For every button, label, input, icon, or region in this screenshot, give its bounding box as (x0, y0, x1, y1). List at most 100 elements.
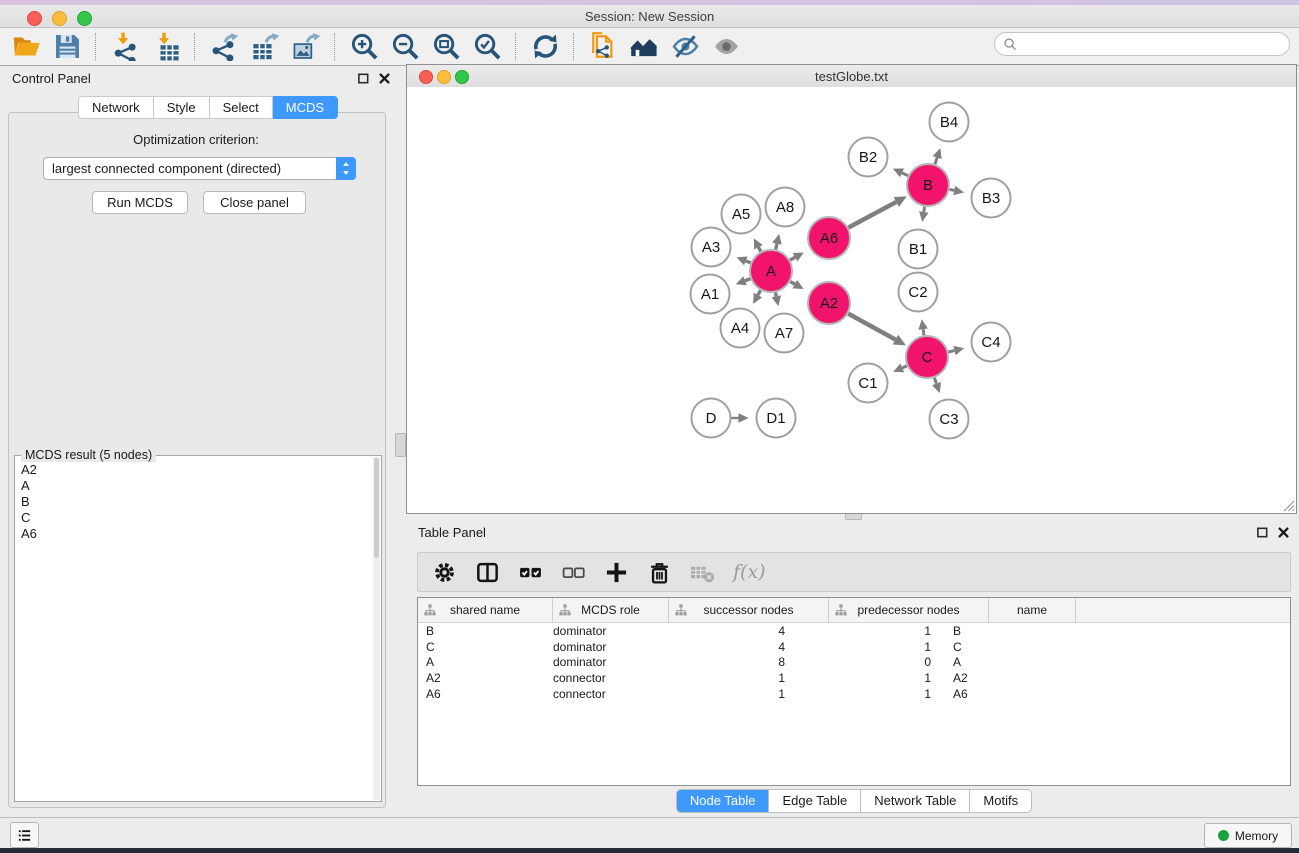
zoom-out-button[interactable] (388, 31, 422, 63)
columns-button[interactable] (473, 558, 501, 586)
task-history-button[interactable] (10, 822, 39, 848)
tab-edge-table[interactable]: Edge Table (769, 789, 861, 813)
tab-select[interactable]: Select (210, 96, 273, 119)
graph-edge-A-A5[interactable] (754, 238, 763, 251)
tab-node-table[interactable]: Node Table (676, 789, 770, 813)
graph-edge-D-D1[interactable] (732, 413, 749, 423)
graph-node-A[interactable]: A (750, 250, 792, 292)
graph-edge-B-B4[interactable] (933, 148, 942, 164)
zoom-fit-button[interactable] (429, 31, 463, 63)
vertical-splitter-handle[interactable] (395, 433, 406, 457)
graph-node-B2[interactable]: B2 (849, 138, 888, 177)
table-row[interactable]: A6connector11A6 (418, 686, 1290, 702)
graph-edge-C-C2[interactable] (918, 319, 928, 335)
network-canvas[interactable]: B4B2BB3A8A5A6A3B1AC2A1A2A4A7C4CC1C3DD1 (407, 87, 1296, 513)
graph-node-D[interactable]: D (692, 399, 731, 438)
graph-node-A8[interactable]: A8 (766, 188, 805, 227)
show-panel-button[interactable] (709, 31, 743, 63)
graph-node-C1[interactable]: C1 (849, 364, 888, 403)
save-session-button[interactable] (50, 31, 84, 63)
function-builder-button[interactable]: f(x) (733, 561, 766, 583)
graph-node-B[interactable]: B (907, 164, 949, 206)
memory-button[interactable]: Memory (1204, 823, 1292, 848)
network-window-titlebar[interactable]: testGlobe.txt (407, 65, 1296, 88)
graph-edge-A-A8[interactable] (772, 234, 781, 250)
float-table-panel-icon[interactable] (1256, 526, 1269, 539)
node-table[interactable]: shared nameMCDS rolesuccessor nodesprede… (417, 597, 1291, 786)
search-input[interactable] (1018, 34, 1289, 54)
tab-mcds[interactable]: MCDS (273, 96, 338, 119)
graph-edge-A6-B[interactable] (848, 196, 906, 227)
graph-edge-B-B2[interactable] (893, 169, 908, 178)
network-graph[interactable]: B4B2BB3A8A5A6A3B1AC2A1A2A4A7C4CC1C3DD1 (407, 87, 1296, 514)
graph-node-C[interactable]: C (906, 336, 948, 378)
close-panel-icon[interactable] (378, 72, 391, 85)
graph-node-B1[interactable]: B1 (899, 230, 938, 269)
graph-edge-A-A3[interactable] (737, 256, 751, 265)
tab-motifs[interactable]: Motifs (970, 789, 1032, 813)
graph-edge-A-A2[interactable] (790, 280, 803, 289)
graph-node-B4[interactable]: B4 (930, 103, 969, 142)
graph-node-C4[interactable]: C4 (972, 323, 1011, 362)
app-titlebar[interactable]: Session: New Session (0, 5, 1299, 28)
table-row[interactable]: Bdominator41B (418, 623, 1290, 639)
graph-edge-B-B1[interactable] (919, 207, 928, 222)
zoom-in-button[interactable] (347, 31, 381, 63)
graph-edge-A-A7[interactable] (772, 293, 781, 307)
graph-edge-A-A1[interactable] (736, 276, 751, 285)
run-mcds-button[interactable]: Run MCDS (92, 191, 188, 214)
graph-node-A1[interactable]: A1 (691, 275, 730, 314)
result-scrollbar[interactable] (373, 457, 380, 800)
result-item[interactable]: A2 (17, 462, 371, 478)
refresh-button[interactable] (528, 31, 562, 63)
column-header-shared-name[interactable]: shared name (418, 598, 553, 622)
graph-node-A2[interactable]: A2 (808, 282, 850, 324)
graph-node-C3[interactable]: C3 (930, 400, 969, 439)
table-row[interactable]: A2connector11A2 (418, 670, 1290, 686)
column-header-name[interactable]: name (989, 598, 1076, 622)
tab-network-table[interactable]: Network Table (861, 789, 970, 813)
mcds-result-list[interactable]: A2ABCA6 (17, 462, 371, 542)
graph-edge-A-A4[interactable] (753, 290, 762, 304)
column-header-successor-nodes[interactable]: successor nodes (669, 598, 829, 622)
table-body[interactable]: Bdominator41BCdominator41CAdominator80AA… (418, 623, 1290, 702)
export-table-button[interactable] (248, 31, 282, 63)
import-table-button[interactable] (149, 31, 183, 63)
tab-network[interactable]: Network (78, 96, 154, 119)
settings-button[interactable] (430, 558, 458, 586)
open-network-file-button[interactable] (586, 31, 620, 63)
column-header-MCDS-role[interactable]: MCDS role (553, 598, 669, 622)
select-all-button[interactable] (516, 558, 544, 586)
graph-edge-A-A6[interactable] (790, 252, 804, 261)
criterion-dropdown[interactable]: largest connected component (directed) (43, 157, 356, 180)
graph-node-D1[interactable]: D1 (757, 399, 796, 438)
graph-node-A3[interactable]: A3 (692, 228, 731, 267)
graph-node-A6[interactable]: A6 (808, 217, 850, 259)
dropdown-stepper-icon[interactable] (336, 157, 356, 180)
column-header-predecessor-nodes[interactable]: predecessor nodes (829, 598, 989, 622)
open-session-button[interactable] (9, 31, 43, 63)
table-row[interactable]: Cdominator41C (418, 639, 1290, 655)
close-panel-button[interactable]: Close panel (203, 191, 306, 214)
graph-node-A4[interactable]: A4 (721, 309, 760, 348)
delete-row-button[interactable] (645, 558, 673, 586)
home-button[interactable] (627, 31, 661, 63)
result-item[interactable]: C (17, 510, 371, 526)
graph-edge-B-B3[interactable] (950, 186, 965, 195)
export-network-button[interactable] (207, 31, 241, 63)
resize-grip-icon[interactable] (1281, 498, 1295, 512)
hide-panel-button[interactable] (668, 31, 702, 63)
tab-style[interactable]: Style (154, 96, 210, 119)
table-row[interactable]: Adominator80A (418, 655, 1290, 671)
add-row-button[interactable] (602, 558, 630, 586)
graph-node-A5[interactable]: A5 (722, 195, 761, 234)
zoom-selected-button[interactable] (470, 31, 504, 63)
graph-edge-C-C1[interactable] (893, 363, 907, 372)
graph-edge-C-C3[interactable] (932, 378, 941, 393)
network-view-window[interactable]: testGlobe.txt B4B2BB3A8A5A6A3B1AC2A1A2A4… (406, 64, 1297, 514)
graph-node-A7[interactable]: A7 (765, 314, 804, 353)
close-table-panel-icon[interactable] (1277, 526, 1290, 539)
result-item[interactable]: B (17, 494, 371, 510)
graph-edge-C-C4[interactable] (948, 346, 964, 355)
graph-node-B3[interactable]: B3 (972, 179, 1011, 218)
